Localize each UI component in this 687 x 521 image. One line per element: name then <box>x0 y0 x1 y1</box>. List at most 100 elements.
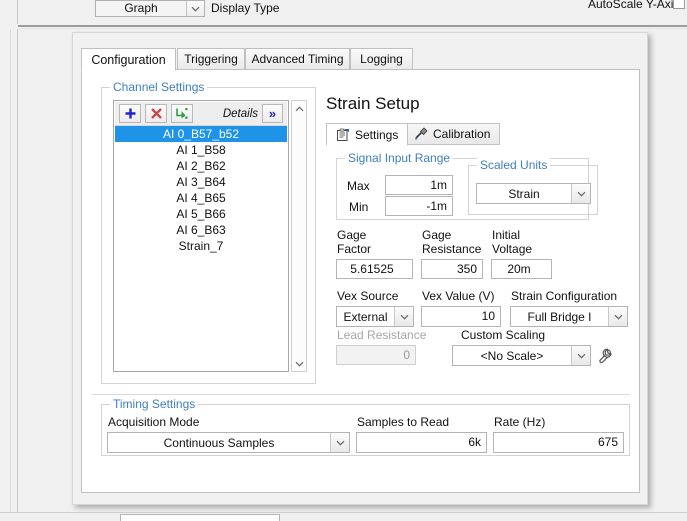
timing-separator <box>92 394 630 395</box>
strain-inner-tabbar: Settings Calibration <box>326 123 626 146</box>
custom-scaling-value: <No Scale> <box>480 348 544 363</box>
channel-settings-label: Channel Settings <box>110 80 208 94</box>
gage-resistance-input[interactable]: 350 <box>421 259 483 279</box>
autoscale-y-axis-checkbox[interactable] <box>673 0 685 9</box>
tab-triggering-label: Triggering <box>184 52 238 66</box>
chevron-down-icon[interactable] <box>394 307 413 326</box>
custom-scaling-combobox[interactable]: <No Scale> <box>452 345 591 366</box>
tab-advanced-timing[interactable]: Advanced Timing <box>245 48 350 70</box>
left-gutter-divider-outer <box>10 29 11 512</box>
rate-input[interactable]: 675 <box>493 432 624 453</box>
top-separator-line <box>18 25 687 27</box>
delete-channel-button[interactable] <box>145 104 167 123</box>
tab-configuration-label: Configuration <box>91 52 166 67</box>
vex-source-value: External <box>343 309 388 324</box>
tab-logging-label: Logging <box>360 52 403 66</box>
chevron-down-icon[interactable] <box>608 307 627 326</box>
display-type-label: Display Type <box>211 1 280 15</box>
list-item[interactable]: AI 3_B64 <box>115 174 287 190</box>
tab-configuration[interactable]: Configuration <box>81 48 176 71</box>
timing-settings-label: Timing Settings <box>110 397 199 411</box>
min-label: Min <box>349 200 369 214</box>
gage-resistance-label-line1: Gage <box>422 228 452 242</box>
tab-settings-label: Settings <box>355 127 399 142</box>
expand-details-label: » <box>268 106 277 121</box>
channel-listbox[interactable]: Details » AI 0_B57_b52 AI 1_B58 AI 2_B62… <box>113 100 289 372</box>
tab-calibration-label: Calibration <box>433 127 491 141</box>
screen-root: Graph Display Type AutoScale Y-Axis Conf… <box>0 0 687 521</box>
max-label: Max <box>347 179 370 193</box>
chevron-down-icon[interactable] <box>330 433 349 452</box>
min-input[interactable]: -1m <box>385 196 453 216</box>
configuration-dialog: Configuration Triggering Advanced Timing… <box>72 32 648 505</box>
top-separator-line-light <box>18 28 687 29</box>
properties-icon <box>336 128 350 142</box>
lead-resistance-label: Lead Resistance <box>337 328 427 342</box>
tool-icon <box>414 127 428 141</box>
list-item[interactable]: AI 0_B57_b52 <box>115 126 287 142</box>
display-type-combobox[interactable]: Graph <box>95 0 205 17</box>
gage-factor-label-line1: Gage <box>337 228 367 242</box>
vex-source-combobox[interactable]: External <box>336 306 414 327</box>
scroll-down-icon[interactable] <box>292 356 306 371</box>
vex-value-label: Vex Value (V) <box>422 289 495 303</box>
gage-factor-input[interactable]: 5.61525 <box>336 259 413 279</box>
autoscale-y-axis-label: AutoScale Y-Axis <box>588 0 680 11</box>
channel-list-scrollbar[interactable] <box>291 100 307 372</box>
tab-calibration[interactable]: Calibration <box>404 123 501 145</box>
gage-resistance-label-line2: Resistance <box>422 242 482 256</box>
tab-triggering[interactable]: Triggering <box>177 48 245 70</box>
main-tabbar: Configuration Triggering Advanced Timing… <box>81 48 641 71</box>
acquisition-mode-value: Continuous Samples <box>163 435 275 450</box>
channel-list-toolbar: Details » <box>115 102 287 126</box>
wrench-icon[interactable] <box>596 346 614 364</box>
acquisition-mode-combobox[interactable]: Continuous Samples <box>107 432 350 453</box>
list-item[interactable]: AI 4_B65 <box>115 190 287 206</box>
bottom-tab-stub[interactable] <box>120 514 280 521</box>
tab-logging[interactable]: Logging <box>350 48 413 70</box>
list-item[interactable]: AI 6_B63 <box>115 222 287 238</box>
strain-configuration-value: Full Bridge I <box>527 309 592 324</box>
vex-source-label: Vex Source <box>337 289 399 303</box>
chevron-down-icon[interactable] <box>571 184 590 203</box>
list-item[interactable]: AI 1_B58 <box>115 142 287 158</box>
import-channel-button[interactable] <box>171 104 193 123</box>
max-input[interactable]: 1m <box>385 175 453 195</box>
display-type-value: Graph <box>124 1 158 15</box>
lead-resistance-input: 0 <box>336 345 416 365</box>
channel-list-rows: AI 0_B57_b52 AI 1_B58 AI 2_B62 AI 3_B64 … <box>115 126 287 356</box>
initial-voltage-label-line2: Voltage <box>492 242 533 256</box>
custom-scaling-label: Custom Scaling <box>461 328 546 342</box>
add-channel-button[interactable] <box>119 104 141 123</box>
strain-configuration-combobox[interactable]: Full Bridge I <box>510 306 628 327</box>
scaled-units-label: Scaled Units <box>477 158 551 172</box>
chevron-down-icon[interactable] <box>571 346 590 365</box>
chevron-down-icon[interactable] <box>186 1 204 16</box>
samples-to-read-label: Samples to Read <box>357 415 450 429</box>
expand-details-button[interactable]: » <box>262 104 283 123</box>
details-label: Details <box>222 107 258 120</box>
top-divider <box>17 0 18 24</box>
vex-value-input[interactable]: 10 <box>421 306 501 327</box>
initial-voltage-label-line1: Initial <box>492 228 521 242</box>
strain-configuration-label: Strain Configuration <box>511 289 618 303</box>
samples-to-read-input[interactable]: 6k <box>356 432 487 453</box>
initial-voltage-input[interactable]: 20m <box>491 259 552 279</box>
top-toolbar: Graph Display Type AutoScale Y-Axis <box>0 0 687 24</box>
bottom-separator-line <box>0 512 687 513</box>
configuration-tab-panel: Channel Settings Details » AI 0_B57_b52 … <box>81 69 640 493</box>
page-title: Strain Setup <box>326 94 420 113</box>
tab-advanced-timing-label: Advanced Timing <box>251 52 344 66</box>
acquisition-mode-label: Acquisition Mode <box>108 415 200 429</box>
gage-factor-label-line2: Factor <box>337 242 372 256</box>
left-gutter-divider <box>17 29 18 512</box>
list-item[interactable]: AI 5_B66 <box>115 206 287 222</box>
scaled-units-value: Strain <box>508 186 540 201</box>
list-item[interactable]: Strain_7 <box>115 238 287 254</box>
tab-settings[interactable]: Settings <box>326 123 409 146</box>
list-item[interactable]: AI 2_B62 <box>115 158 287 174</box>
scroll-up-icon[interactable] <box>292 101 306 116</box>
signal-input-range-label: Signal Input Range <box>345 151 454 165</box>
rate-label: Rate (Hz) <box>494 415 546 429</box>
scaled-units-combobox[interactable]: Strain <box>476 183 591 204</box>
